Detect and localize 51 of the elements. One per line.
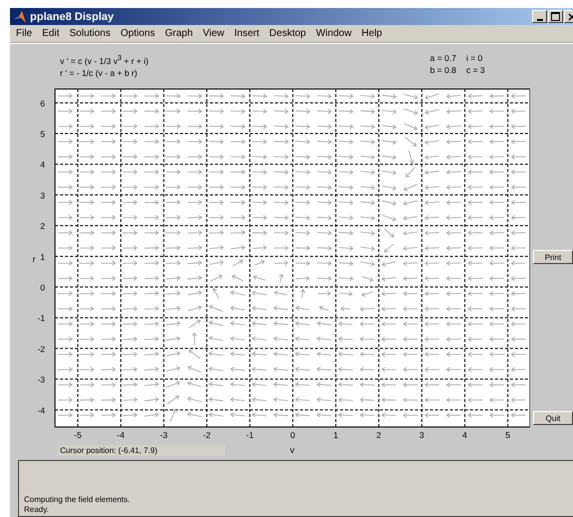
tick-label: 3 bbox=[419, 430, 424, 440]
menu-item[interactable]: Help bbox=[356, 28, 388, 39]
parameter-value: b = 0.8 bbox=[430, 64, 456, 76]
action-button[interactable]: Print bbox=[533, 250, 573, 264]
window-title: pplane8 Display bbox=[30, 10, 114, 22]
tick-label: -3 bbox=[37, 374, 45, 385]
menu-item[interactable]: Desktop bbox=[264, 28, 311, 39]
tick-label: 2 bbox=[40, 221, 45, 232]
tick-label: 0 bbox=[40, 282, 45, 293]
maximize-icon bbox=[551, 12, 560, 21]
menu-item[interactable]: Edit bbox=[37, 28, 64, 39]
tick-label: -5 bbox=[74, 430, 82, 440]
maximize-button[interactable] bbox=[548, 10, 563, 23]
tick-label: 1 bbox=[40, 252, 45, 262]
tick-label: -4 bbox=[117, 430, 125, 440]
equation: v ' = c (v - 1/3 v$^{3}$ + r + i) bbox=[60, 53, 150, 67]
cursor-position: Cursor position: (-6.41, 7.9) bbox=[58, 444, 225, 456]
tick-label: -2 bbox=[203, 430, 211, 440]
tick-label: 4 bbox=[40, 160, 45, 170]
tick-label: 4 bbox=[462, 430, 468, 440]
menu-item[interactable]: View bbox=[198, 28, 230, 39]
equation: r ' = - 1/c (v - a + b r) bbox=[60, 66, 138, 79]
menu-item[interactable]: Options bbox=[116, 28, 160, 39]
tick-label: 2 bbox=[376, 430, 382, 440]
parameter-value: c = 3 bbox=[466, 64, 485, 76]
menu-item[interactable]: Window bbox=[310, 28, 357, 39]
tick-label: -3 bbox=[160, 430, 168, 440]
menu-item[interactable]: Insert bbox=[229, 28, 264, 39]
tick-label: -2 bbox=[37, 344, 45, 354]
axis-label: r bbox=[32, 254, 36, 264]
tick-label: 1 bbox=[333, 430, 338, 440]
status-message: Ready. bbox=[24, 505, 50, 515]
menu-item[interactable]: Graph bbox=[160, 28, 198, 39]
minimize-icon bbox=[536, 18, 542, 20]
app-logo-icon bbox=[13, 10, 27, 24]
tick-label: 6 bbox=[40, 98, 45, 108]
minimize-button[interactable] bbox=[532, 10, 547, 23]
tick-label: -1 bbox=[37, 313, 45, 324]
menu-item[interactable]: File bbox=[11, 28, 38, 39]
menu-item[interactable]: Solutions bbox=[64, 28, 116, 39]
action-button[interactable]: Quit bbox=[533, 411, 573, 425]
tick-label: -4 bbox=[37, 405, 45, 416]
tick-label: 3 bbox=[40, 190, 45, 200]
tick-label: 5 bbox=[505, 430, 510, 440]
tick-label: 0 bbox=[290, 430, 296, 440]
parameter-value: a = 0.7 bbox=[430, 52, 456, 64]
tick-label: 5 bbox=[40, 129, 45, 140]
axis-label: v bbox=[290, 445, 294, 455]
parameter-value: i = 0 bbox=[466, 52, 483, 64]
status-message: Computing the field elements. bbox=[24, 495, 131, 505]
tick-label: -1 bbox=[246, 430, 254, 440]
